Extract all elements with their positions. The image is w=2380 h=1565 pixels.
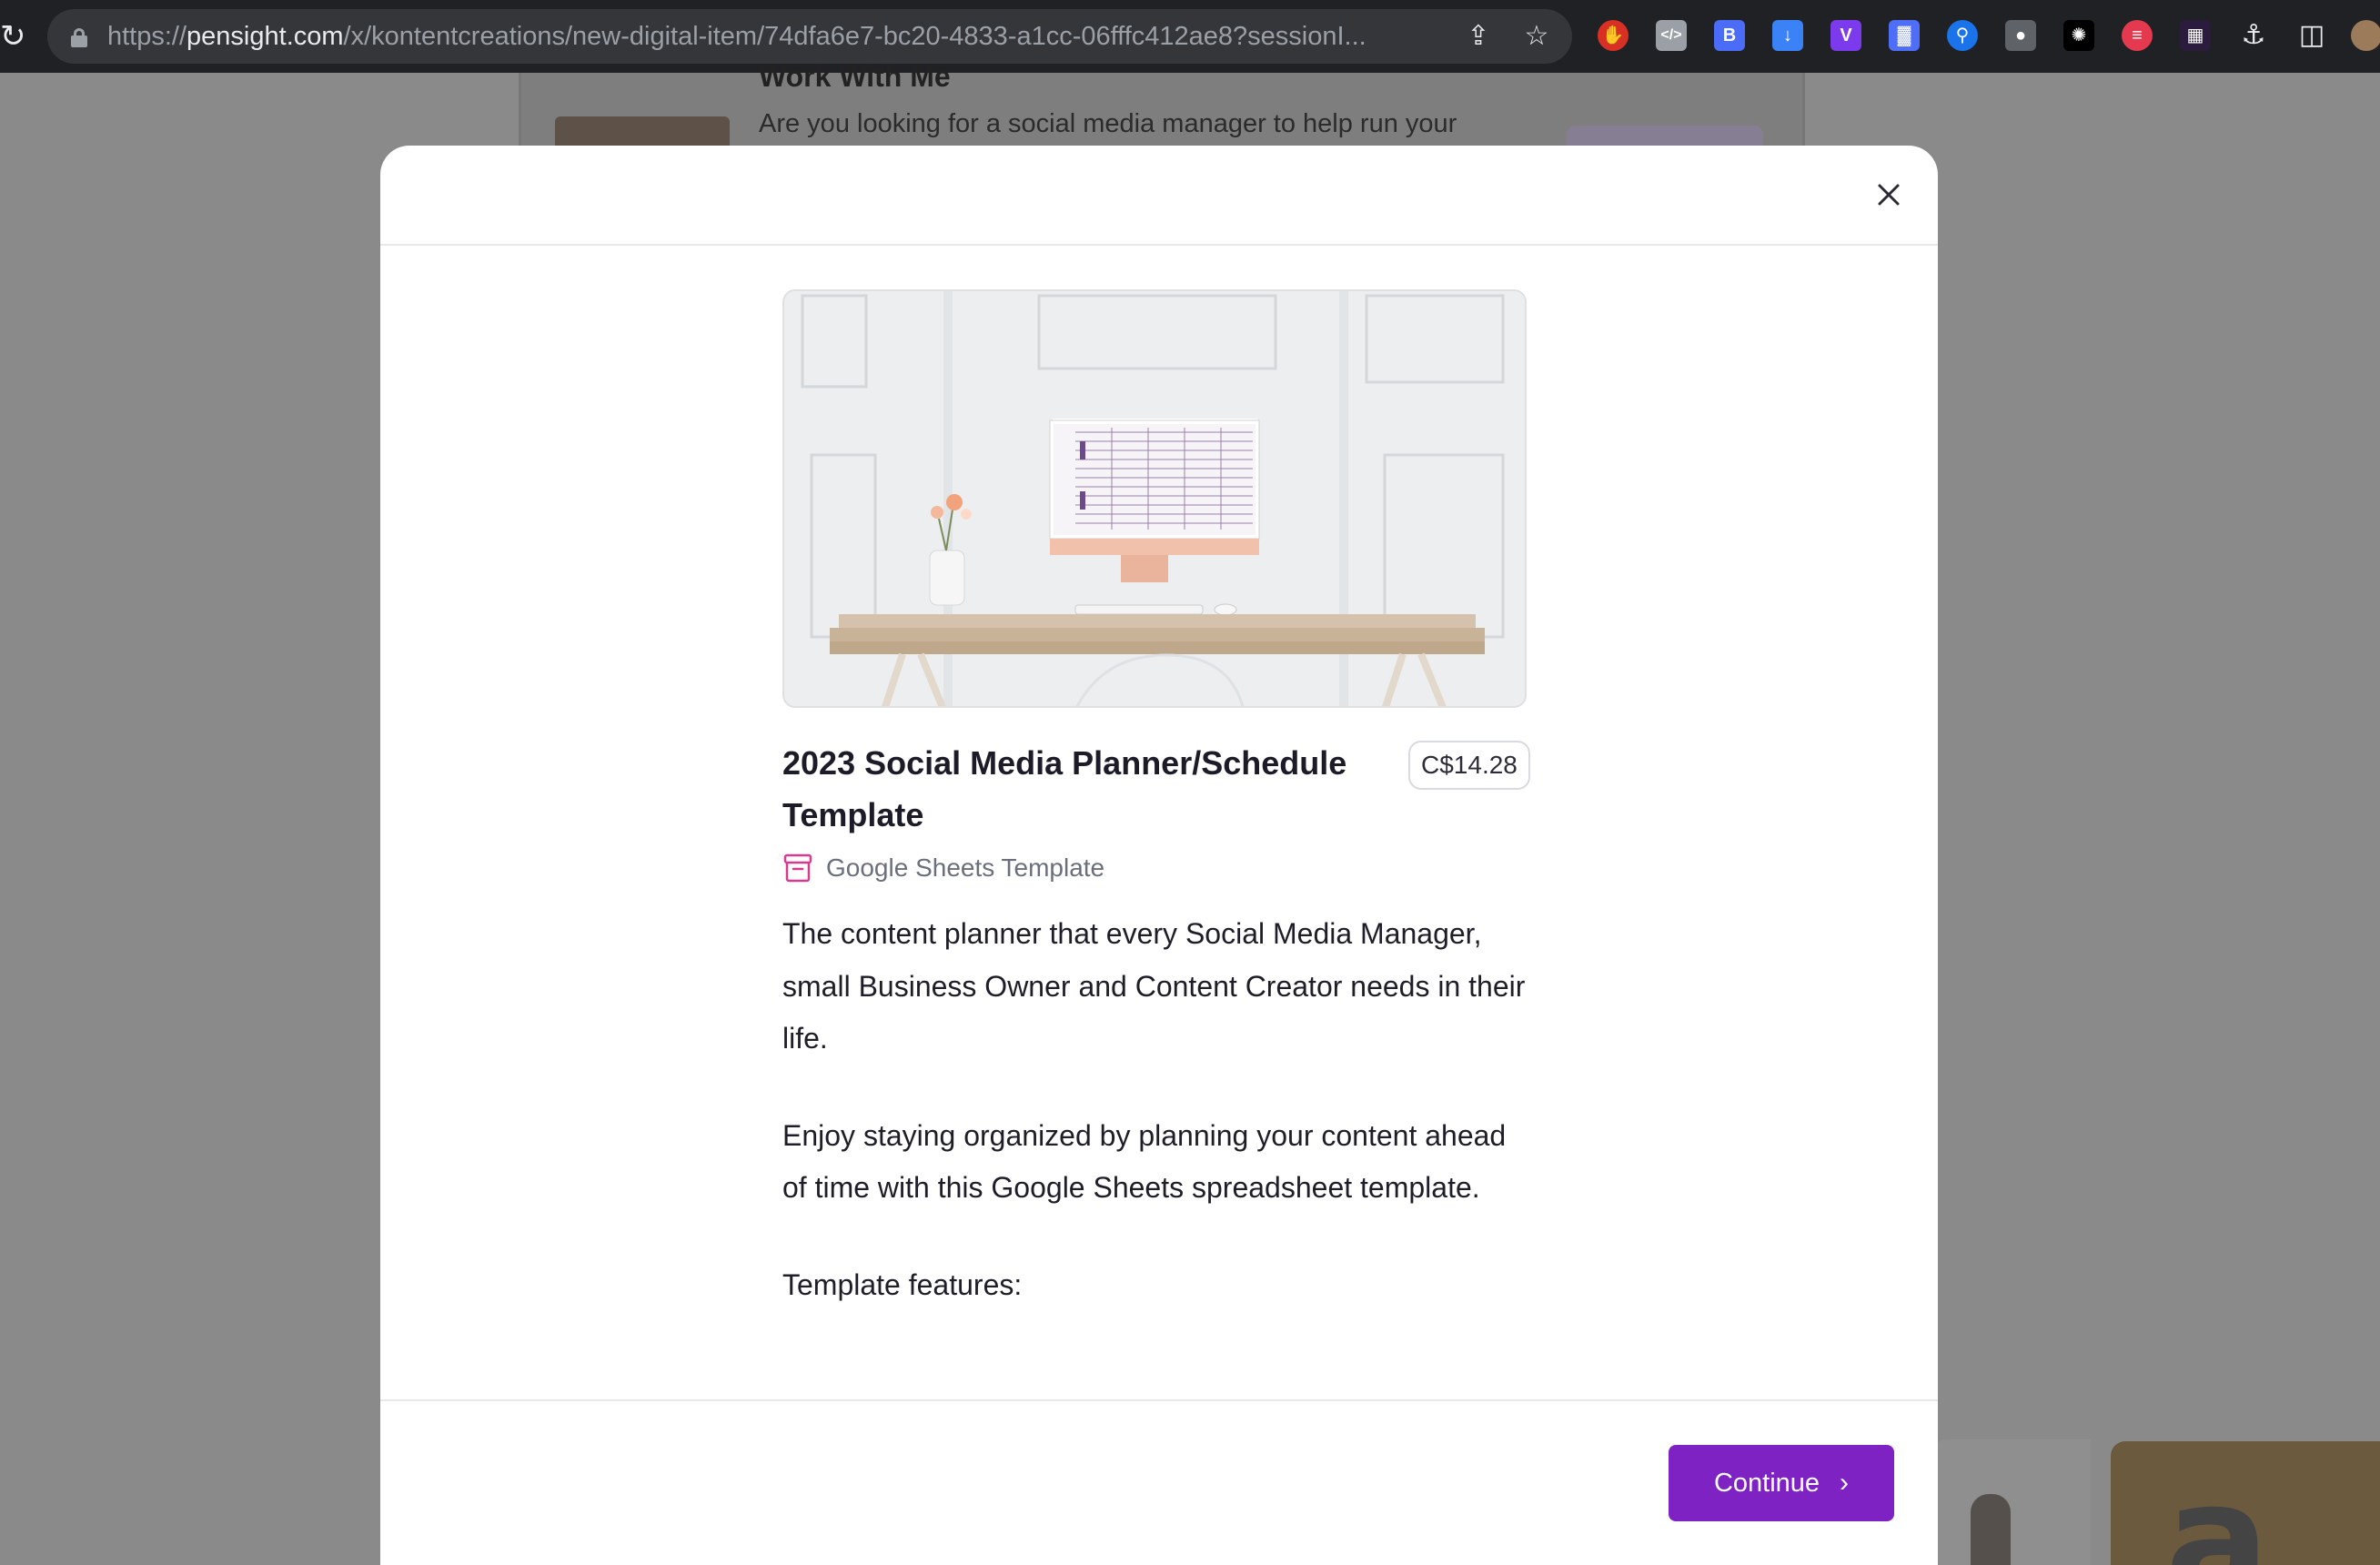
close-button[interactable] — [1872, 178, 1905, 211]
background-text: Are you looking for a social media manag… — [759, 109, 1457, 138]
product-description: The content planner that every Social Me… — [782, 908, 1538, 1356]
background-thumbnail — [555, 116, 730, 146]
browser-toolbar: ↻ https://pensight.com/x/kontentcreation… — [0, 0, 2380, 73]
continue-label: Continue — [1713, 1468, 1820, 1498]
background-button — [1567, 126, 1763, 146]
product-image — [782, 289, 1527, 708]
background-heading: Work With Me — [759, 60, 951, 93]
extension-blocks-icon[interactable]: ▓ — [1889, 20, 1920, 51]
background-image-sign: a — [2111, 1441, 2380, 1565]
description-paragraph: Template features: — [782, 1267, 1023, 1301]
extensions-puzzle-icon[interactable]: ⚓ — [2238, 20, 2269, 51]
continue-button[interactable]: Continue › — [1669, 1445, 1894, 1521]
extension-code-icon[interactable]: </> — [1656, 20, 1687, 51]
description-paragraph: The content planner that every Social Me… — [782, 917, 1526, 1055]
extension-robot-icon[interactable]: ● — [2005, 20, 2036, 51]
address-bar[interactable]: https://pensight.com/x/kontentcreations/… — [47, 9, 1572, 64]
extension-v-icon[interactable]: V — [1830, 20, 1861, 51]
product-modal: 2023 Social Media Planner/Schedule Templ… — [380, 146, 1938, 1565]
description-paragraph: Enjoy staying organized by planning your… — [782, 1118, 1507, 1205]
extension-stop-icon[interactable]: ✋ — [1598, 20, 1629, 51]
price-badge: C$14.28 — [1408, 741, 1530, 790]
product-type: Google Sheets Template — [782, 850, 1104, 886]
background-image-person — [1936, 1439, 2091, 1565]
extension-openai-icon[interactable]: ✺ — [2063, 20, 2094, 51]
profile-avatar[interactable] — [2351, 20, 2380, 51]
lock-icon[interactable] — [71, 28, 87, 47]
bookmark-star-icon[interactable]: ☆ — [1521, 21, 1552, 52]
modal-header — [380, 146, 1938, 246]
close-icon[interactable] — [1872, 178, 1905, 211]
product-title: 2023 Social Media Planner/Schedule Templ… — [782, 744, 1347, 833]
sidebar-toggle-icon[interactable]: ◫ — [2296, 20, 2327, 51]
extension-grid-icon[interactable]: ▦ — [2180, 20, 2211, 51]
reload-icon[interactable]: ↻ — [0, 18, 26, 55]
extension-search-icon[interactable]: ⚲ — [1947, 20, 1978, 51]
modal-footer: Continue › — [380, 1399, 1938, 1565]
extension-bracket-icon[interactable]: B — [1714, 20, 1745, 51]
archive-box-icon — [783, 853, 812, 883]
product-type-label: Google Sheets Template — [826, 853, 1105, 882]
extension-red-circle-icon[interactable]: ≡ — [2122, 20, 2153, 51]
modal-body[interactable]: 2023 Social Media Planner/Schedule Templ… — [380, 246, 1938, 1399]
chevron-right-icon: › — [1840, 1468, 1850, 1498]
extension-download-icon[interactable]: ↓ — [1772, 20, 1803, 51]
share-icon[interactable]: ⇪ — [1463, 21, 1494, 52]
url-text[interactable]: https://pensight.com/x/kontentcreations/… — [107, 9, 1366, 64]
